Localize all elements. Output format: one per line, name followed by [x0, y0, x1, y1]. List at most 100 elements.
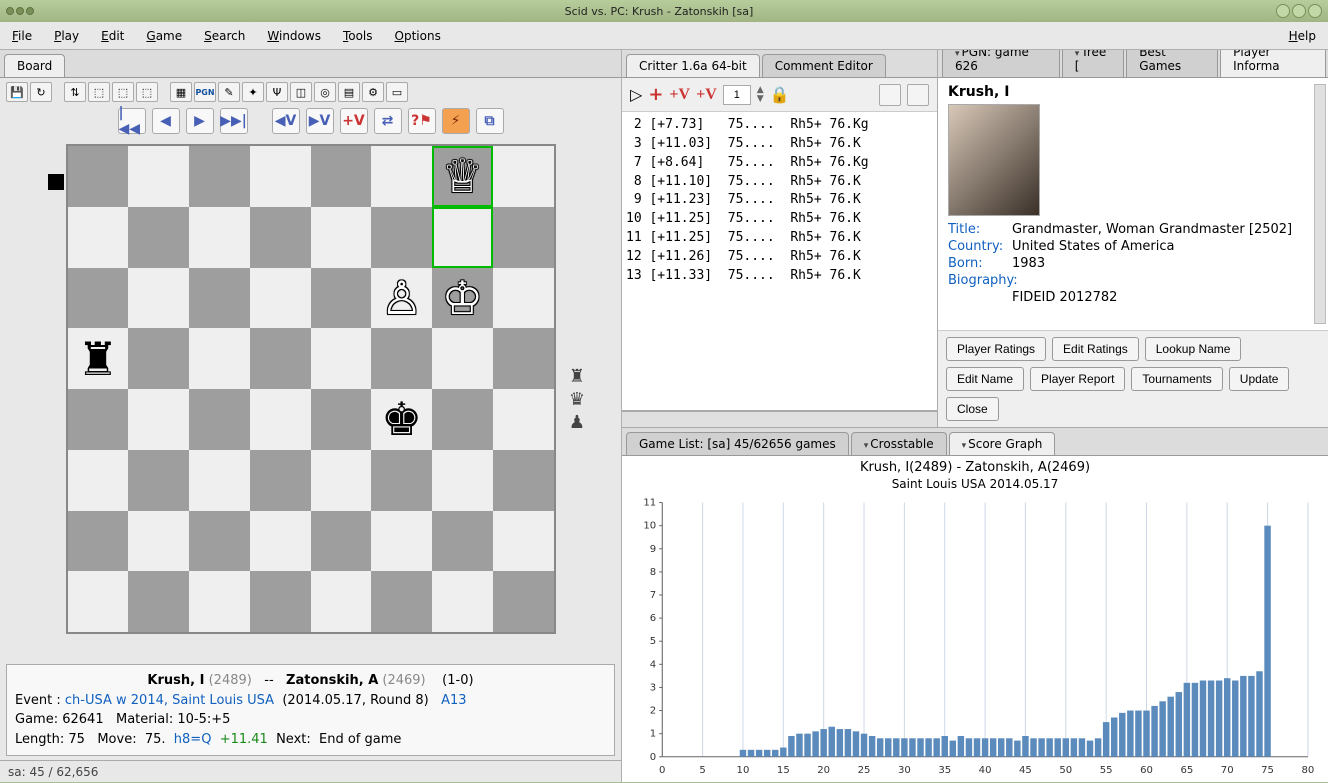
eco-link[interactable]: A13 [441, 693, 466, 708]
edit-ratings-button[interactable]: Edit Ratings [1052, 337, 1139, 361]
edit-name-button[interactable]: Edit Name [946, 367, 1024, 391]
bar-45[interactable] [1022, 736, 1028, 757]
bar-53[interactable] [1087, 740, 1093, 756]
square-g7[interactable] [432, 207, 493, 268]
bar-63[interactable] [1167, 696, 1173, 756]
square-e3[interactable] [311, 450, 372, 511]
bar-24[interactable] [853, 731, 859, 756]
engine-line[interactable]: 9 [+11.23] 75.... Rh5+ 76.K [626, 191, 933, 210]
bar-17[interactable] [796, 733, 802, 756]
square-g6[interactable]: ♔ [432, 268, 493, 329]
bar-51[interactable] [1071, 738, 1077, 756]
square-c1[interactable] [189, 571, 250, 632]
player-report-button[interactable]: Player Report [1030, 367, 1125, 391]
square-d4[interactable] [250, 389, 311, 450]
square-e6[interactable] [311, 268, 372, 329]
engine-line[interactable]: 3 [+11.03] 75.... Rh5+ 76.K [626, 135, 933, 154]
nav-fwd[interactable]: ▶ [186, 108, 214, 134]
bar-21[interactable] [829, 726, 835, 756]
chess-board[interactable]: ♕♙♔♜♚ [66, 144, 556, 634]
fics-icon[interactable]: ▭ [386, 82, 408, 102]
square-a8[interactable] [68, 146, 129, 207]
square-f4[interactable]: ♚ [371, 389, 432, 450]
var-exit-icon[interactable]: ⬚ [136, 82, 158, 102]
maximize-button[interactable] [1292, 4, 1306, 18]
bar-10[interactable] [740, 749, 746, 756]
bar-49[interactable] [1054, 738, 1060, 756]
engine-line[interactable]: 7 [+8.64] 75.... Rh5+ 76.Kg [626, 154, 933, 173]
bar-44[interactable] [1014, 740, 1020, 756]
menu-file[interactable]: File [8, 27, 36, 45]
square-f5[interactable] [371, 328, 432, 389]
bar-73[interactable] [1248, 675, 1254, 756]
engine-line[interactable]: 13 [+11.33] 75.... Rh5+ 76.K [626, 267, 933, 286]
square-f3[interactable] [371, 450, 432, 511]
tab-tree[interactable]: Tree [ [1062, 50, 1124, 77]
bar-50[interactable] [1063, 738, 1069, 756]
tab-scoregraph[interactable]: Score Graph [949, 432, 1056, 455]
bar-61[interactable] [1151, 705, 1157, 756]
var-in-icon[interactable]: ⬚ [88, 82, 110, 102]
bar-39[interactable] [974, 738, 980, 756]
tab-best-games[interactable]: Best Games [1126, 50, 1218, 77]
tab-pgn[interactable]: PGN: game 626 [942, 50, 1060, 77]
menu-edit[interactable]: Edit [97, 27, 128, 45]
tree-icon[interactable]: Ψ [266, 82, 288, 102]
square-a6[interactable] [68, 268, 129, 329]
square-h3[interactable] [493, 450, 554, 511]
tb-icon[interactable]: ◎ [314, 82, 336, 102]
bar-22[interactable] [837, 729, 843, 757]
square-b6[interactable] [128, 268, 189, 329]
engine-notes-icon[interactable] [879, 84, 901, 106]
bar-52[interactable] [1079, 738, 1085, 756]
square-a5[interactable]: ♜ [68, 328, 129, 389]
bar-11[interactable] [748, 749, 754, 756]
minimize-button[interactable] [1276, 4, 1290, 18]
square-f2[interactable] [371, 511, 432, 572]
bar-12[interactable] [756, 749, 762, 756]
square-h8[interactable] [493, 146, 554, 207]
bar-64[interactable] [1176, 692, 1182, 757]
bar-18[interactable] [804, 733, 810, 756]
bar-56[interactable] [1111, 717, 1117, 756]
engine-add-allpv-icon[interactable]: +V [696, 86, 717, 104]
bar-32[interactable] [917, 738, 923, 756]
nav-threat[interactable]: ?⚑ [408, 108, 436, 134]
bar-57[interactable] [1119, 712, 1125, 756]
bar-62[interactable] [1159, 701, 1165, 756]
square-d2[interactable] [250, 511, 311, 572]
square-a7[interactable] [68, 207, 129, 268]
tournaments-button[interactable]: Tournaments [1131, 367, 1222, 391]
bar-34[interactable] [933, 738, 939, 756]
bar-72[interactable] [1240, 675, 1246, 756]
nav-copy[interactable]: ⧉ [476, 108, 504, 134]
menu-tools[interactable]: Tools [339, 27, 377, 45]
update-button[interactable]: Update [1229, 367, 1290, 391]
var-out-icon[interactable]: ⬚ [112, 82, 134, 102]
bar-40[interactable] [982, 738, 988, 756]
notes-icon[interactable]: ✎ [218, 82, 240, 102]
bar-68[interactable] [1208, 680, 1214, 756]
nav-var-back[interactable]: ◀V [272, 108, 300, 134]
reload-icon[interactable]: ↻ [30, 82, 52, 102]
bar-41[interactable] [990, 738, 996, 756]
bar-15[interactable] [780, 747, 786, 756]
engine-play-icon[interactable]: ▷ [630, 85, 642, 104]
bar-75[interactable] [1264, 525, 1270, 756]
bar-13[interactable] [764, 749, 770, 756]
bar-66[interactable] [1192, 682, 1198, 756]
bar-54[interactable] [1095, 738, 1101, 756]
bar-30[interactable] [901, 738, 907, 756]
square-d7[interactable] [250, 207, 311, 268]
engine-icon[interactable]: ⚙ [362, 82, 384, 102]
square-e5[interactable] [311, 328, 372, 389]
lookup-name-button[interactable]: Lookup Name [1145, 337, 1242, 361]
square-e4[interactable] [311, 389, 372, 450]
db-icon[interactable]: ▦ [170, 82, 192, 102]
bar-31[interactable] [909, 738, 915, 756]
nav-back[interactable]: ◀ [152, 108, 180, 134]
engine-line[interactable]: 10 [+11.25] 75.... Rh5+ 76.K [626, 210, 933, 229]
bar-58[interactable] [1127, 710, 1133, 756]
engine-hscroll[interactable] [622, 411, 937, 427]
bar-35[interactable] [942, 736, 948, 757]
